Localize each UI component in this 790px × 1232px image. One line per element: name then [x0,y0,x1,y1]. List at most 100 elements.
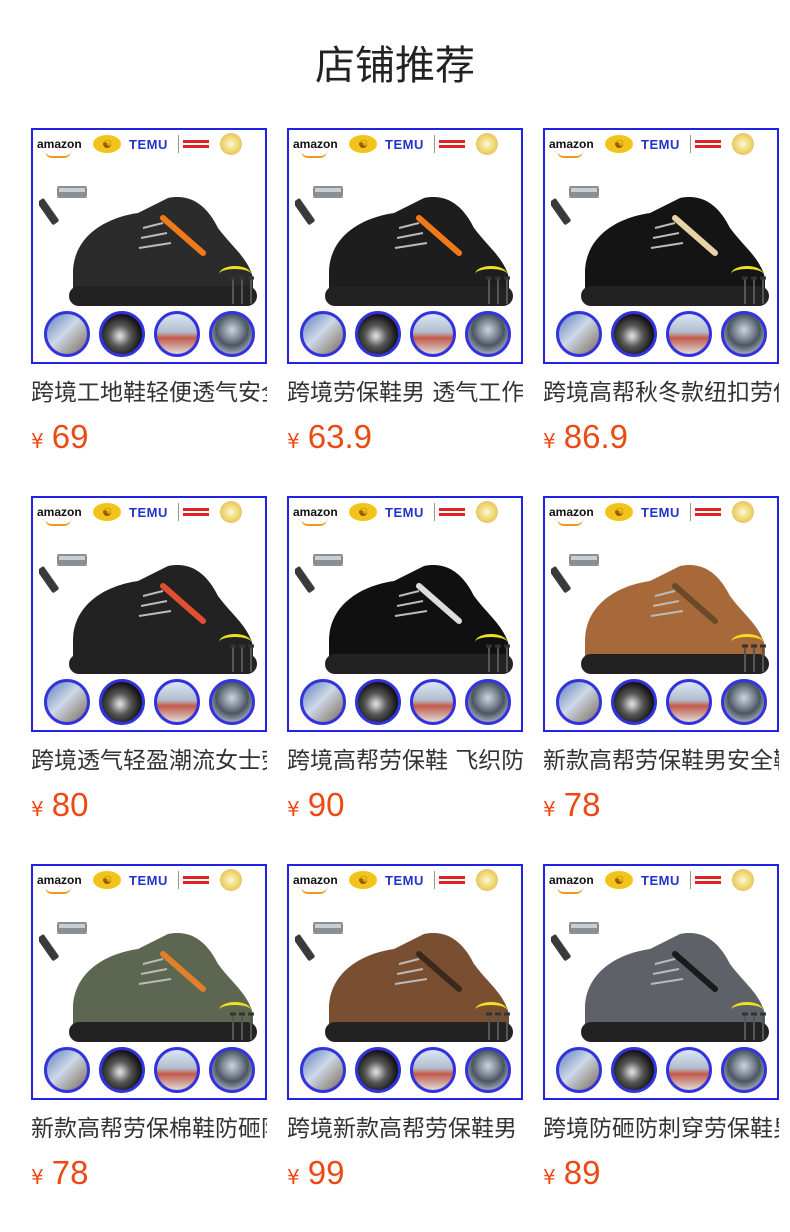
currency-symbol: ¥ [287,1165,300,1189]
handshake-icon: ☯ [349,503,377,521]
handshake-icon: ☯ [605,871,633,889]
shoe-photo [289,158,521,330]
feature-circles [33,306,265,362]
feature-circles [545,306,777,362]
product-price: ¥ 99 [287,1154,344,1194]
currency-symbol: ¥ [31,797,44,821]
product-image[interactable]: amazon ☯ TEMU [543,864,779,1100]
product-image[interactable]: amazon ☯ TEMU [31,128,267,364]
currency-symbol: ¥ [31,429,44,453]
temu-logo: TEMU [641,872,680,888]
shoe-photo [545,894,777,1066]
gold-badge-icon [731,501,754,523]
shoe-photo [545,158,777,330]
product-price: ¥ 69 [31,418,88,458]
handshake-icon: ☯ [93,871,121,889]
product-image[interactable]: amazon ☯ TEMU [287,128,523,364]
shoe-detail-thumb-icon [610,311,657,357]
nails-icon [486,644,510,672]
handshake-icon: ☯ [605,135,633,153]
price-amount: 63.9 [307,418,372,455]
temu-logo: TEMU [129,872,168,888]
shoe-photo [289,894,521,1066]
nails-icon [230,644,254,672]
product-name[interactable]: 跨境透气轻盈潮流女士劳保鞋 [31,744,267,778]
shoe-photo [289,526,521,698]
temu-logo: TEMU [129,136,168,152]
currency-symbol: ¥ [543,429,556,453]
workshop-thumb-icon [555,679,602,725]
shoe-photo [33,894,265,1066]
price-amount: 99 [307,1154,345,1191]
product-image[interactable]: amazon ☯ TEMU [287,496,523,732]
product-name[interactable]: 跨境劳保鞋男 透气工作鞋 [287,376,523,410]
building-thumb-icon [153,679,200,725]
product-grid: amazon ☯ TEMU 跨境工地鞋轻便透气安 ¥ 69 amazon ☯ T… [0,0,790,1232]
gold-badge-icon [219,501,242,523]
feature-circles [33,1042,265,1098]
product-name[interactable]: 跨境工地鞋轻便透气安全鞋 [31,376,267,410]
product-name[interactable]: 跨境防砸防刺穿劳保鞋男 [543,1112,779,1146]
product-name[interactable]: 新款高帮劳保棉鞋防砸防刺 [31,1112,267,1146]
construction-thumb-icon [208,1047,255,1093]
construction-thumb-icon [720,679,767,725]
product-image[interactable]: amazon ☯ TEMU [543,496,779,732]
feature-circles [289,306,521,362]
amazon-logo: amazon [293,505,345,526]
product-name[interactable]: 跨境高帮秋冬款纽扣劳保鞋 [543,376,779,410]
shoe-detail-thumb-icon [354,679,401,725]
currency-symbol: ¥ [543,797,556,821]
building-thumb-icon [153,311,200,357]
product-price: ¥ 89 [543,1154,600,1194]
temu-logo: TEMU [641,136,680,152]
nails-icon [742,1012,766,1040]
temu-logo: TEMU [385,872,424,888]
feature-circles [289,1042,521,1098]
product-price: ¥ 78 [543,786,600,826]
handshake-icon: ☯ [349,871,377,889]
product-price: ¥ 86.9 [543,418,628,458]
product-image[interactable]: amazon ☯ TEMU [31,864,267,1100]
construction-thumb-icon [720,1047,767,1093]
workshop-thumb-icon [299,679,346,725]
promo-tag-icon [689,871,726,889]
amazon-logo: amazon [293,873,345,894]
product-name[interactable]: 跨境新款高帮劳保鞋男 [287,1112,523,1146]
workshop-thumb-icon [555,311,602,357]
product-image[interactable]: amazon ☯ TEMU [31,496,267,732]
price-amount: 86.9 [563,418,628,455]
building-thumb-icon [665,1047,712,1093]
currency-symbol: ¥ [287,429,300,453]
price-amount: 69 [51,418,89,455]
promo-tag-icon [689,503,726,521]
product-name[interactable]: 跨境高帮劳保鞋 飞织防砸 [287,744,523,778]
shoe-detail-thumb-icon [98,679,145,725]
temu-logo: TEMU [641,504,680,520]
gold-badge-icon [475,869,498,891]
handshake-icon: ☯ [93,503,121,521]
handshake-icon: ☯ [605,503,633,521]
workshop-thumb-icon [43,679,90,725]
product-price: ¥ 63.9 [287,418,372,458]
construction-thumb-icon [464,311,511,357]
platform-banner: amazon ☯ TEMU [545,498,777,526]
building-thumb-icon [409,679,456,725]
platform-banner: amazon ☯ TEMU [33,498,265,526]
product-name[interactable]: 新款高帮劳保鞋男安全鞋 [543,744,779,778]
platform-banner: amazon ☯ TEMU [289,498,521,526]
product-price: ¥ 78 [31,1154,88,1194]
nails-icon [742,276,766,304]
building-thumb-icon [153,1047,200,1093]
price-amount: 80 [51,786,89,823]
shoe-photo [33,158,265,330]
shoe-detail-thumb-icon [354,1047,401,1093]
product-image[interactable]: amazon ☯ TEMU [543,128,779,364]
building-thumb-icon [409,311,456,357]
feature-circles [289,674,521,730]
construction-thumb-icon [208,679,255,725]
gold-badge-icon [219,133,242,155]
product-image[interactable]: amazon ☯ TEMU [287,864,523,1100]
gold-badge-icon [219,869,242,891]
nails-icon [742,644,766,672]
feature-circles [545,1042,777,1098]
